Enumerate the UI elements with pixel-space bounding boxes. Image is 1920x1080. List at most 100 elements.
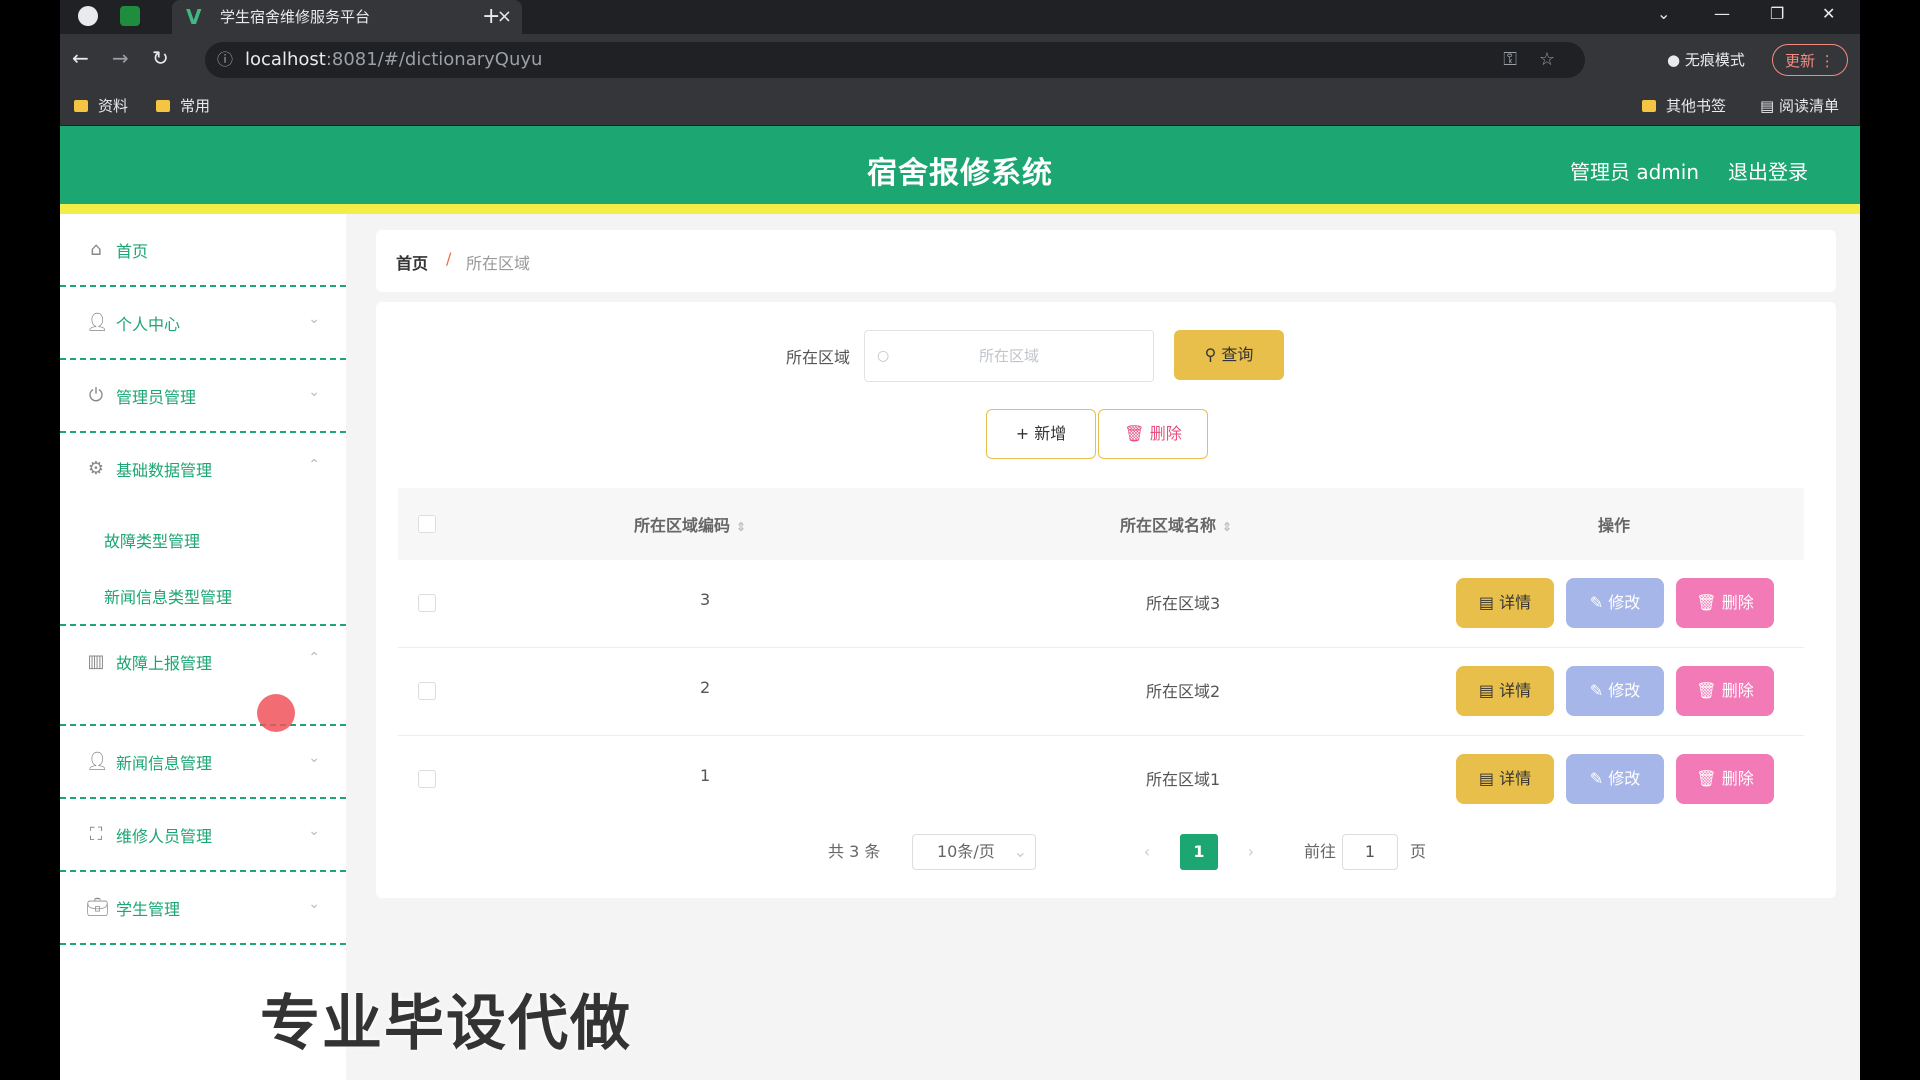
sidebar-item-fault-report[interactable]: ▥ 故障上报管理 ⌃ bbox=[60, 626, 346, 726]
briefcase-icon: 💼︎ bbox=[86, 897, 109, 918]
cell-name: 所在区域1 bbox=[1146, 770, 1221, 789]
bookmark-label: 资料 bbox=[98, 97, 129, 115]
chevron-down-icon: ⌄ bbox=[308, 896, 320, 912]
column-label: 所在区域编码 bbox=[634, 516, 731, 535]
site-info-icon[interactable]: ⓘ bbox=[217, 42, 233, 78]
delete-button[interactable]: 🗑︎ 删除 bbox=[1676, 754, 1774, 804]
left-letterbox bbox=[0, 0, 60, 1080]
goto-page-input[interactable]: 1 bbox=[1342, 834, 1398, 870]
bookmarks-bar: 资料 常用 其他书签 ▤ 阅读清单 bbox=[60, 86, 1860, 126]
restore-icon[interactable]: ❐ bbox=[1770, 0, 1784, 28]
home-icon: ⌂ bbox=[90, 239, 102, 260]
sidebar-item-label: 个人中心 bbox=[116, 315, 181, 334]
prev-page-button[interactable]: ‹ bbox=[1128, 834, 1166, 870]
sidebar-item-profile[interactable]: 👤︎ 个人中心 ⌄ bbox=[60, 287, 346, 360]
column-header-name[interactable]: 所在区域名称 ⇕ bbox=[1120, 512, 1232, 536]
sidebar-item-news[interactable]: 👤︎ 新闻信息管理 ⌄ bbox=[60, 726, 346, 799]
other-bookmarks[interactable]: 其他书签 bbox=[1642, 86, 1726, 126]
sidebar-item-label: 学生管理 bbox=[116, 900, 181, 919]
delete-button[interactable]: 🗑︎ 删除 bbox=[1676, 578, 1774, 628]
reading-list[interactable]: ▤ 阅读清单 bbox=[1760, 86, 1839, 126]
pencil-icon: ✎ bbox=[1589, 769, 1609, 788]
header-accent-stripe bbox=[60, 204, 1860, 214]
sidebar-item-repairers[interactable]: ⛶ 维修人员管理 ⌄ bbox=[60, 799, 346, 872]
sidebar-item-label: 首页 bbox=[116, 242, 149, 261]
sidebar-item-admins[interactable]: ⏻ 管理员管理 ⌄ bbox=[60, 360, 346, 433]
sidebar-item-label: 故障上报管理 bbox=[116, 654, 213, 673]
page-size-select[interactable]: 10条/页 ⌄ bbox=[912, 834, 1036, 870]
cursor-highlight bbox=[257, 694, 295, 732]
star-icon[interactable]: ☆ bbox=[1539, 42, 1555, 78]
edit-button[interactable]: ✎ 修改 bbox=[1566, 666, 1664, 716]
chevron-down-icon: ⌄ bbox=[308, 311, 320, 327]
delete-label: 删除 bbox=[1721, 593, 1754, 612]
delete-button[interactable]: 🗑︎ 删除 bbox=[1676, 666, 1774, 716]
cell-name: 所在区域3 bbox=[1146, 594, 1221, 613]
key-icon[interactable]: ⚿ bbox=[1503, 42, 1517, 78]
update-button[interactable]: 更新 ⋮ bbox=[1772, 44, 1848, 76]
submenu-label: 新闻信息类型管理 bbox=[104, 588, 233, 607]
pencil-icon: ✎ bbox=[1589, 681, 1609, 700]
submenu-fault-type[interactable]: 故障类型管理 bbox=[60, 506, 346, 570]
edit-button[interactable]: ✎ 修改 bbox=[1566, 578, 1664, 628]
submenu-news-type[interactable]: 新闻信息类型管理 bbox=[60, 570, 346, 626]
reading-list-icon: ▤ bbox=[1760, 97, 1779, 115]
search-icon: ○ bbox=[877, 348, 890, 364]
logout-link[interactable]: 退出登录 bbox=[1728, 156, 1808, 185]
url-input[interactable]: ⓘ localhost:8081/#/dictionaryQuyu ⚿ ☆ bbox=[205, 42, 1585, 78]
add-button[interactable]: + 新增 bbox=[986, 409, 1096, 459]
trash-icon: 🗑︎ bbox=[1696, 593, 1722, 612]
sidebar-item-students[interactable]: 💼︎ 学生管理 ⌄ bbox=[60, 872, 346, 945]
cell-code: 2 bbox=[700, 678, 711, 697]
power-icon: ⏻ bbox=[88, 385, 104, 406]
query-button[interactable]: ⚲ 查询 bbox=[1174, 330, 1284, 380]
minimize-icon[interactable]: — bbox=[1714, 0, 1730, 28]
table-header: 所在区域编码 ⇕ 所在区域名称 ⇕ 操作 bbox=[398, 488, 1804, 560]
area-search-input[interactable]: ○ 所在区域 bbox=[864, 330, 1154, 382]
row-checkbox[interactable] bbox=[418, 682, 436, 700]
tab-bar: V 学生宿舍维修服务平台 × + ⌄ — ❐ ✕ bbox=[60, 0, 1860, 34]
area-table: 所在区域编码 ⇕ 所在区域名称 ⇕ 操作 3 所在区域3 ▤ 详情 ✎ 修改 🗑︎ … bbox=[398, 488, 1804, 824]
page-number-current[interactable]: 1 bbox=[1180, 834, 1218, 870]
detail-button[interactable]: ▤ 详情 bbox=[1456, 578, 1554, 628]
bookmark-folder[interactable]: 资料 bbox=[74, 86, 128, 126]
detail-label: 详情 bbox=[1499, 769, 1532, 788]
document-icon: ▤ bbox=[1478, 593, 1500, 612]
edit-button[interactable]: ✎ 修改 bbox=[1566, 754, 1664, 804]
edit-label: 修改 bbox=[1608, 681, 1641, 700]
trash-icon: 🗑︎ bbox=[1124, 424, 1150, 443]
app-header: 宿舍报修系统 管理员 admin 退出登录 bbox=[60, 126, 1860, 214]
goto-prefix: 前往 bbox=[1304, 842, 1337, 861]
admin-user-label: 管理员 admin bbox=[1570, 160, 1700, 184]
row-checkbox[interactable] bbox=[418, 594, 436, 612]
breadcrumb-home[interactable]: 首页 bbox=[396, 250, 428, 274]
select-all-checkbox[interactable] bbox=[418, 515, 436, 533]
incognito-icon: ● bbox=[1667, 51, 1681, 69]
tab-search-icon[interactable]: ⌄ bbox=[1657, 0, 1670, 28]
detail-button[interactable]: ▤ 详情 bbox=[1456, 754, 1554, 804]
back-icon[interactable]: ← bbox=[72, 46, 89, 70]
sort-icon[interactable]: ⇕ bbox=[736, 520, 746, 534]
close-window-icon[interactable]: ✕ bbox=[1822, 0, 1835, 28]
column-header-code[interactable]: 所在区域编码 ⇕ bbox=[634, 512, 746, 536]
active-tab[interactable]: V 学生宿舍维修服务平台 × bbox=[172, 0, 522, 34]
sidebar-item-home[interactable]: ⌂ 首页 bbox=[60, 214, 346, 287]
sidebar-item-base-data[interactable]: ⚙ 基础数据管理 ⌃ bbox=[60, 433, 346, 506]
reload-icon[interactable]: ↻ bbox=[152, 46, 169, 70]
incognito-chip[interactable]: ● 无痕模式 bbox=[1655, 44, 1757, 76]
bookmark-folder[interactable]: 常用 bbox=[156, 86, 210, 126]
row-checkbox[interactable] bbox=[418, 770, 436, 788]
batch-delete-button[interactable]: 🗑︎ 删除 bbox=[1098, 409, 1208, 459]
table-row: 1 所在区域1 ▤ 详情 ✎ 修改 🗑︎ 删除 bbox=[398, 736, 1804, 824]
browser-window: V 学生宿舍维修服务平台 × + ⌄ — ❐ ✕ ← → ↻ ⓘ localho… bbox=[60, 0, 1860, 1080]
detail-button[interactable]: ▤ 详情 bbox=[1456, 666, 1554, 716]
globe-icon[interactable] bbox=[78, 6, 98, 26]
sort-icon[interactable]: ⇕ bbox=[1222, 520, 1232, 534]
cell-code: 3 bbox=[700, 590, 711, 609]
new-tab-button[interactable]: + bbox=[482, 0, 500, 34]
tab-title: 学生宿舍维修服务平台 bbox=[220, 8, 371, 26]
forward-icon[interactable]: → bbox=[112, 46, 129, 70]
next-page-button[interactable]: › bbox=[1232, 834, 1270, 870]
user-icon: 👤︎ bbox=[86, 751, 109, 772]
sheet-icon[interactable] bbox=[120, 6, 140, 26]
